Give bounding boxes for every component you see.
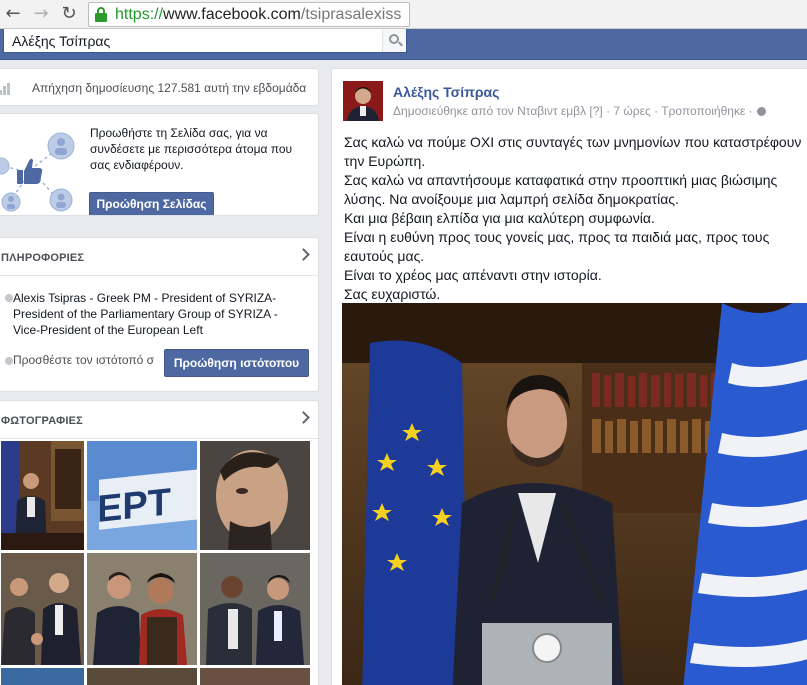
photo-thumbnail[interactable] [87,668,197,685]
chevron-right-icon[interactable] [297,248,310,261]
thumbs-up-network-icon [0,132,75,212]
timeline-post: Αλέξης Τσίπρας Δημοσιεύθηκε από τον Νταβ… [331,68,807,685]
website-bullet-icon [5,357,13,365]
info-bullet-icon [5,294,13,302]
photo-thumbnail[interactable] [87,553,197,665]
photo-thumbnail[interactable] [1,441,84,550]
forward-arrow-icon[interactable]: → [30,3,52,25]
info-title: ΠΛΗΡΟΦΟΡΙΕΣ [1,252,85,264]
photo-thumbnail[interactable] [200,668,310,685]
photo-thumbnail[interactable] [1,668,84,685]
author-avatar[interactable] [343,81,383,121]
promote-website-button[interactable]: Προώθηση ιστότοπου [164,349,309,377]
lock-icon [95,7,107,23]
post-line: Σας καλώ να πούμε ΟΧΙ στις συνταγές των … [344,134,802,169]
promote-page-button[interactable]: Προώθηση Σελίδας [89,192,214,215]
post-author-name[interactable]: Αλέξης Τσίπρας [393,84,499,100]
post-line: Και μια βέβαιη ελπίδα για μια καλύτερη σ… [344,210,655,226]
post-line: Είναι το χρέος μας απέναντι στην ιστορία… [344,267,602,283]
photos-card: ΦΩΤΟΓΡΑΦΙΕΣ ΕΡΤ [0,400,319,685]
divider [0,275,318,276]
post-meta: Δημοσιεύθηκε από τον Νταβιντ εμβλ [?] · … [393,104,766,118]
svg-text:ΕΡΤ: ΕΡΤ [97,481,171,531]
address-bar[interactable]: https://www.facebook.com/tsiprasalexiss [88,2,410,27]
back-arrow-icon[interactable]: ← [2,3,24,25]
photo-thumbnail[interactable] [200,553,310,665]
post-line: Είναι η ευθύνη προς τους γονείς μας, προ… [344,229,770,264]
divider [0,438,318,439]
chevron-right-icon[interactable] [297,411,310,424]
photos-title: ΦΩΤΟΓΡΑΦΙΕΣ [1,415,83,427]
post-reach-text: Απήχηση δημοσίευσης 127.581 αυτή την εβδ… [32,81,307,95]
url-text: https://www.facebook.com/tsiprasalexiss [115,6,402,23]
post-photo[interactable] [342,303,807,685]
bar-chart-icon [0,83,11,95]
page-description: Alexis Tsipras - Greek PM - President of… [13,291,278,337]
search-input[interactable]: Αλέξης Τσίπρας [3,29,407,53]
post-text: Σας καλώ να πούμε ΟΧΙ στις συνταγές των … [344,133,807,304]
add-website-prompt: Προσθέστε τον ιστότοπό σ [13,353,155,367]
post-line: Σας ευχαριστώ. [344,286,441,302]
photo-thumbnail[interactable]: ΕΡΤ [87,441,197,550]
post-reach-card: Απήχηση δημοσίευσης 127.581 αυτή την εβδ… [0,68,319,106]
search-button[interactable] [382,29,406,52]
promote-page-text: Προωθήστε τη Σελίδα σας, για να συνδέσετ… [90,126,293,172]
photo-thumbnail[interactable] [200,441,310,550]
globe-icon [756,107,766,116]
info-card: ΠΛΗΡΟΦΟΡΙΕΣ Alexis Tsipras - Greek PM - … [0,237,319,392]
browser-toolbar: ← → ↻ https://www.facebook.com/tsiprasal… [0,0,807,29]
search-value: Αλέξης Τσίπρας [12,33,111,49]
facebook-header: Αλέξης Τσίπρας [0,29,807,60]
photo-thumbnail[interactable] [1,553,84,665]
reload-icon[interactable]: ↻ [58,3,80,25]
post-line: Σας καλώ να απαντήσουμε καταφατικά στην … [344,172,778,207]
promote-page-card: Προωθήστε τη Σελίδα σας, για να συνδέσετ… [0,113,319,216]
